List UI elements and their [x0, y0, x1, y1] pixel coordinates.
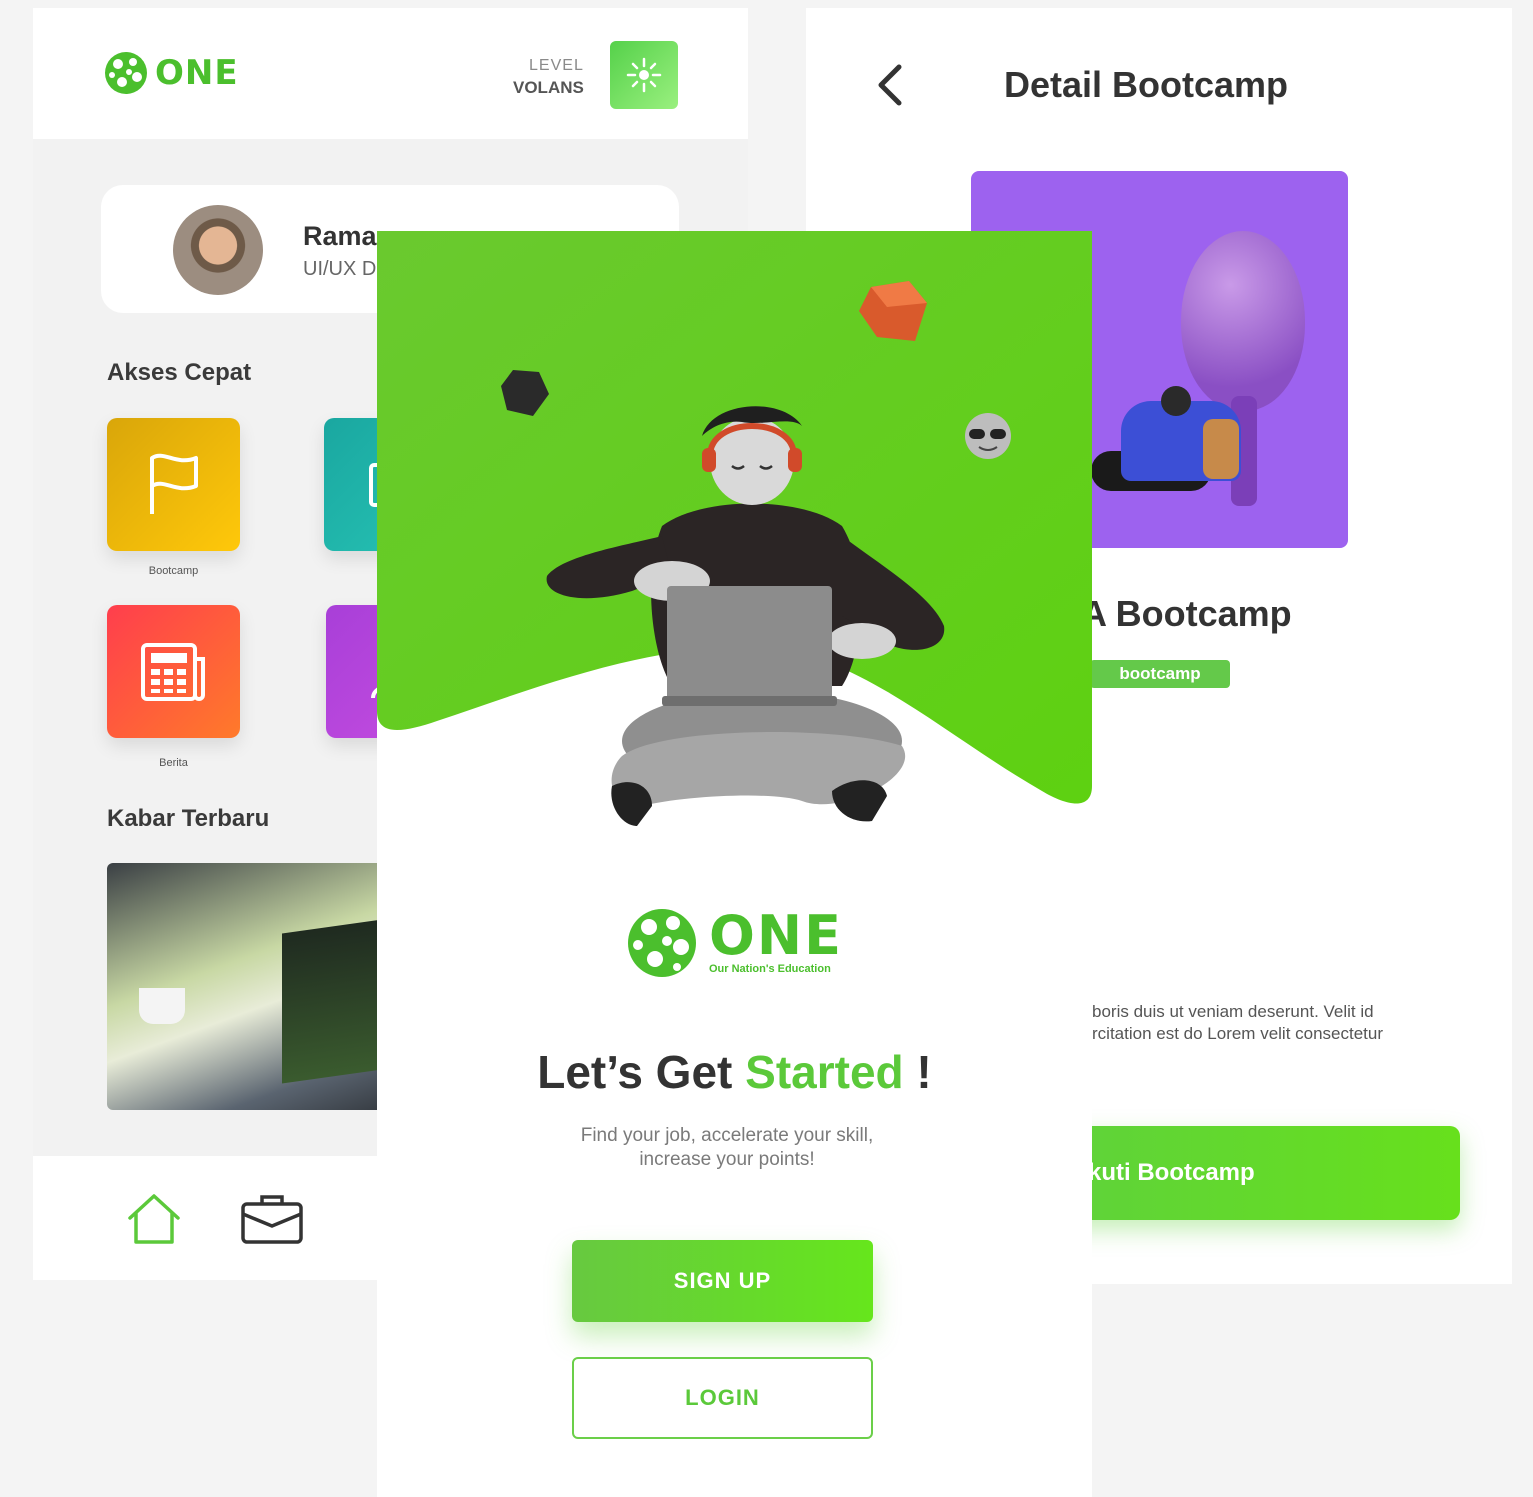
backpack — [1203, 419, 1239, 479]
description-line-1: boris duis ut veniam deserunt. Velit id — [1092, 1002, 1374, 1021]
tile-berita[interactable] — [107, 605, 240, 738]
person-head — [1161, 386, 1191, 416]
bootcamp-name: A Bootcamp — [1081, 593, 1292, 634]
description-line-2: rcitation est do Lorem velit consectetur — [1092, 1024, 1384, 1043]
one-logo-large: ONE Our Nation's Education — [625, 905, 843, 981]
tile-label-bootcamp: Bootcamp — [148, 565, 199, 577]
headline-prefix: Let’s Get — [537, 1046, 746, 1098]
onboard-subtitle: Find your job, accelerate your skill, in… — [377, 1124, 1077, 1172]
subtitle-line-1: Find your job, accelerate your skill, — [580, 1125, 874, 1146]
level-badge[interactable] — [610, 41, 678, 109]
character-illustration — [546, 406, 945, 826]
onboarding-screen: ONE Our Nation's Education Let’s Get Sta… — [377, 231, 1092, 1497]
globe-logo-icon — [628, 909, 696, 977]
profile-role: UI/UX D — [303, 258, 377, 280]
logo-tagline: Our Nation's Education — [709, 963, 831, 975]
logo-wordmark-large: ONE — [709, 904, 843, 967]
chevron-left-icon — [878, 64, 902, 106]
level-info: LEVEL VOLANS — [513, 55, 584, 99]
headline-accent: Started — [745, 1046, 904, 1098]
home-icon[interactable] — [125, 1192, 183, 1246]
flag-icon — [149, 453, 198, 514]
news-title: Kabar Terbaru — [107, 805, 270, 832]
bootcamp-tag: bootcamp — [1090, 660, 1230, 688]
tile-label-berita: Berita — [159, 757, 188, 769]
sign-up-button[interactable]: SIGN UP — [572, 1240, 873, 1322]
avatar — [173, 205, 263, 295]
red-cube — [859, 281, 927, 341]
bootcamp-description: boris duis ut veniam deserunt. Velit id … — [1092, 1001, 1383, 1045]
tree-shape — [1181, 231, 1305, 411]
one-logo: ONE — [103, 50, 239, 96]
home-topbar: ONE LEVEL VOLANS — [33, 8, 748, 139]
back-button[interactable] — [868, 60, 912, 110]
quick-access-title: Akses Cepat — [107, 359, 252, 386]
headline: Let’s Get Started ! — [377, 1045, 1092, 1099]
globe-logo-icon — [105, 52, 147, 94]
headline-suffix: ! — [903, 1046, 932, 1098]
level-label: LEVEL — [529, 57, 584, 74]
emoji-ball — [965, 413, 1011, 459]
profile-name: Rama — [303, 221, 377, 251]
subtitle-line-2: increase your points! — [639, 1149, 815, 1170]
logo-wordmark: ONE — [155, 53, 239, 93]
briefcase-icon[interactable] — [240, 1192, 304, 1246]
mug-shape — [139, 988, 185, 1024]
detail-title: Detail Bootcamp — [1004, 64, 1289, 105]
level-value: VOLANS — [513, 78, 584, 97]
sparkle-icon — [626, 57, 662, 93]
newspaper-icon — [140, 642, 205, 701]
join-bootcamp-label: kuti Bootcamp — [1088, 1159, 1255, 1186]
tile-bootcamp[interactable] — [107, 418, 240, 551]
join-bootcamp-button[interactable]: kuti Bootcamp — [1056, 1126, 1460, 1220]
login-button[interactable]: LOGIN — [572, 1357, 873, 1439]
